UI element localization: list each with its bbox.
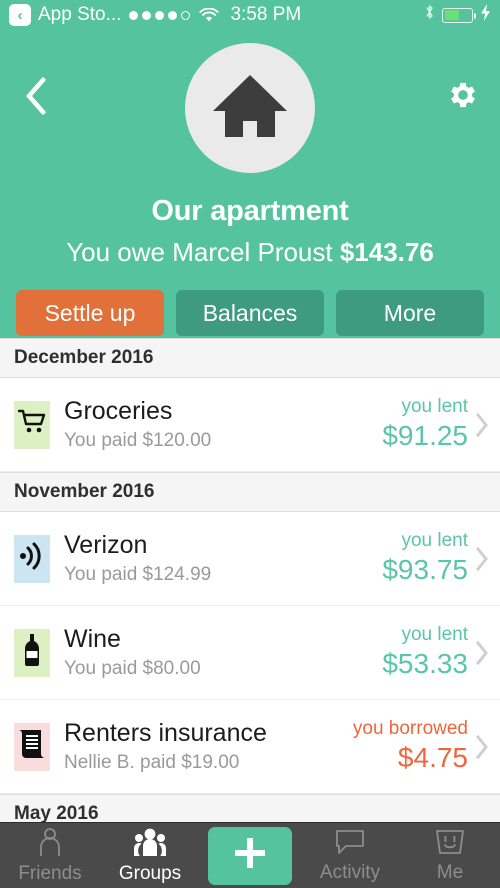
tab-friends[interactable]: Friends xyxy=(0,823,100,888)
tab-groups[interactable]: Groups xyxy=(100,823,200,888)
bottom-tab-bar: Friends Groups Activity Me xyxy=(0,822,500,888)
signal-dot xyxy=(168,10,178,20)
chevron-left-icon xyxy=(23,76,49,121)
section-header-december: December 2016 xyxy=(0,338,500,378)
chevron-right-icon xyxy=(474,734,490,760)
person-outline-icon xyxy=(38,827,62,862)
expense-icon-wrapper xyxy=(14,628,50,677)
wifi-icon xyxy=(199,7,220,23)
balance-summary: You owe Marcel Proust $143.76 xyxy=(66,237,434,268)
bluetooth-icon xyxy=(424,3,435,27)
expense-icon-wrapper xyxy=(14,722,50,771)
expense-title: Renters insurance xyxy=(64,718,267,747)
speech-bubble-icon xyxy=(335,828,365,861)
expense-amount-block: you lent $91.25 xyxy=(382,395,468,452)
expense-details: Groceries You paid $120.00 xyxy=(64,397,382,453)
status-bar-clock: 3:58 PM xyxy=(230,4,302,25)
status-bar: ‹ App Sto... 3:58 PM xyxy=(0,0,500,30)
expense-amount: $4.75 xyxy=(397,741,468,773)
balances-button[interactable]: Balances xyxy=(176,290,324,336)
expense-subtitle: You paid $120.00 xyxy=(64,430,212,452)
expense-details: Renters insurance Nellie B. paid $19.00 xyxy=(64,719,353,775)
wine-bottle-icon xyxy=(22,633,42,672)
expense-title: Groceries xyxy=(64,396,173,425)
section-header-may: May 2016 xyxy=(0,794,500,822)
expense-amount: $91.25 xyxy=(382,419,468,451)
tab-label-groups: Groups xyxy=(118,862,182,884)
signal-strength-dots xyxy=(129,10,191,20)
table-row[interactable]: Groceries You paid $120.00 you lent $91.… xyxy=(0,378,500,472)
signal-dot-empty xyxy=(181,10,191,20)
table-row[interactable]: Renters insurance Nellie B. paid $19.00 … xyxy=(0,700,500,794)
expense-icon-wrapper xyxy=(14,400,50,449)
smiley-face-icon xyxy=(434,828,466,861)
settings-button[interactable] xyxy=(440,74,486,120)
expense-direction-label: you lent xyxy=(401,529,468,551)
tab-me[interactable]: Me xyxy=(400,823,500,888)
section-header-november: November 2016 xyxy=(0,472,500,512)
add-button-surface xyxy=(208,826,292,885)
group-avatar xyxy=(185,43,315,173)
table-row[interactable]: Wine You paid $80.00 you lent $53.33 xyxy=(0,606,500,700)
people-group-icon xyxy=(133,827,167,862)
expense-amount-block: you lent $53.33 xyxy=(382,623,468,680)
expense-list: December 2016 Groceries You paid $120.00… xyxy=(0,338,500,822)
expense-amount-block: you borrowed $4.75 xyxy=(352,717,468,774)
gear-icon xyxy=(446,78,480,117)
signal-waves-icon xyxy=(19,542,45,575)
more-button[interactable]: More xyxy=(336,290,484,336)
add-expense-button[interactable] xyxy=(200,823,300,888)
expense-direction-label: you borrowed xyxy=(352,717,468,739)
expense-direction-label: you lent xyxy=(401,623,468,645)
expense-details: Wine You paid $80.00 xyxy=(64,625,382,681)
document-scroll-icon xyxy=(19,728,45,765)
shopping-cart-icon xyxy=(17,409,46,440)
balance-prefix: You owe Marcel Proust xyxy=(66,237,340,267)
back-button[interactable] xyxy=(14,76,58,120)
plus-icon xyxy=(230,833,270,878)
group-header: Our apartment You owe Marcel Proust $143… xyxy=(0,30,500,338)
tab-label-me: Me xyxy=(436,861,464,883)
expense-title: Verizon xyxy=(64,530,148,559)
expense-title: Wine xyxy=(64,624,121,653)
signal-dot xyxy=(142,10,152,20)
house-icon xyxy=(211,71,289,146)
status-bar-carrier: App Sto... xyxy=(38,4,122,25)
expense-amount-block: you lent $93.75 xyxy=(382,529,468,586)
status-bar-right-cluster xyxy=(424,3,491,27)
status-bar-back-badge[interactable]: ‹ xyxy=(9,4,31,26)
expense-details: Verizon You paid $124.99 xyxy=(64,531,382,587)
lightning-bolt-icon xyxy=(480,3,491,27)
balance-amount: $143.76 xyxy=(339,237,434,267)
battery-icon xyxy=(442,7,476,23)
tab-label-friends: Friends xyxy=(18,862,82,884)
expense-subtitle: You paid $80.00 xyxy=(64,658,201,680)
signal-dot xyxy=(155,10,165,20)
settle-up-button[interactable]: Settle up xyxy=(16,290,164,336)
tab-activity[interactable]: Activity xyxy=(300,823,400,888)
battery-fill xyxy=(444,10,459,20)
tab-label-activity: Activity xyxy=(319,861,381,883)
action-button-row: Settle up Balances More xyxy=(0,290,500,336)
expense-amount: $53.33 xyxy=(382,647,468,679)
expense-subtitle: You paid $124.99 xyxy=(64,564,212,586)
app-screen: ‹ App Sto... 3:58 PM Our apartment You o… xyxy=(0,0,500,888)
chevron-right-icon xyxy=(474,412,490,438)
expense-subtitle: Nellie B. paid $19.00 xyxy=(64,752,240,774)
signal-dot xyxy=(129,10,139,20)
page-title: Our apartment xyxy=(151,195,349,227)
chevron-right-icon xyxy=(474,640,490,666)
chevron-right-icon xyxy=(474,546,490,572)
table-row[interactable]: Verizon You paid $124.99 you lent $93.75 xyxy=(0,512,500,606)
expense-amount: $93.75 xyxy=(382,553,468,585)
expense-icon-wrapper xyxy=(14,534,50,583)
expense-direction-label: you lent xyxy=(401,395,468,417)
